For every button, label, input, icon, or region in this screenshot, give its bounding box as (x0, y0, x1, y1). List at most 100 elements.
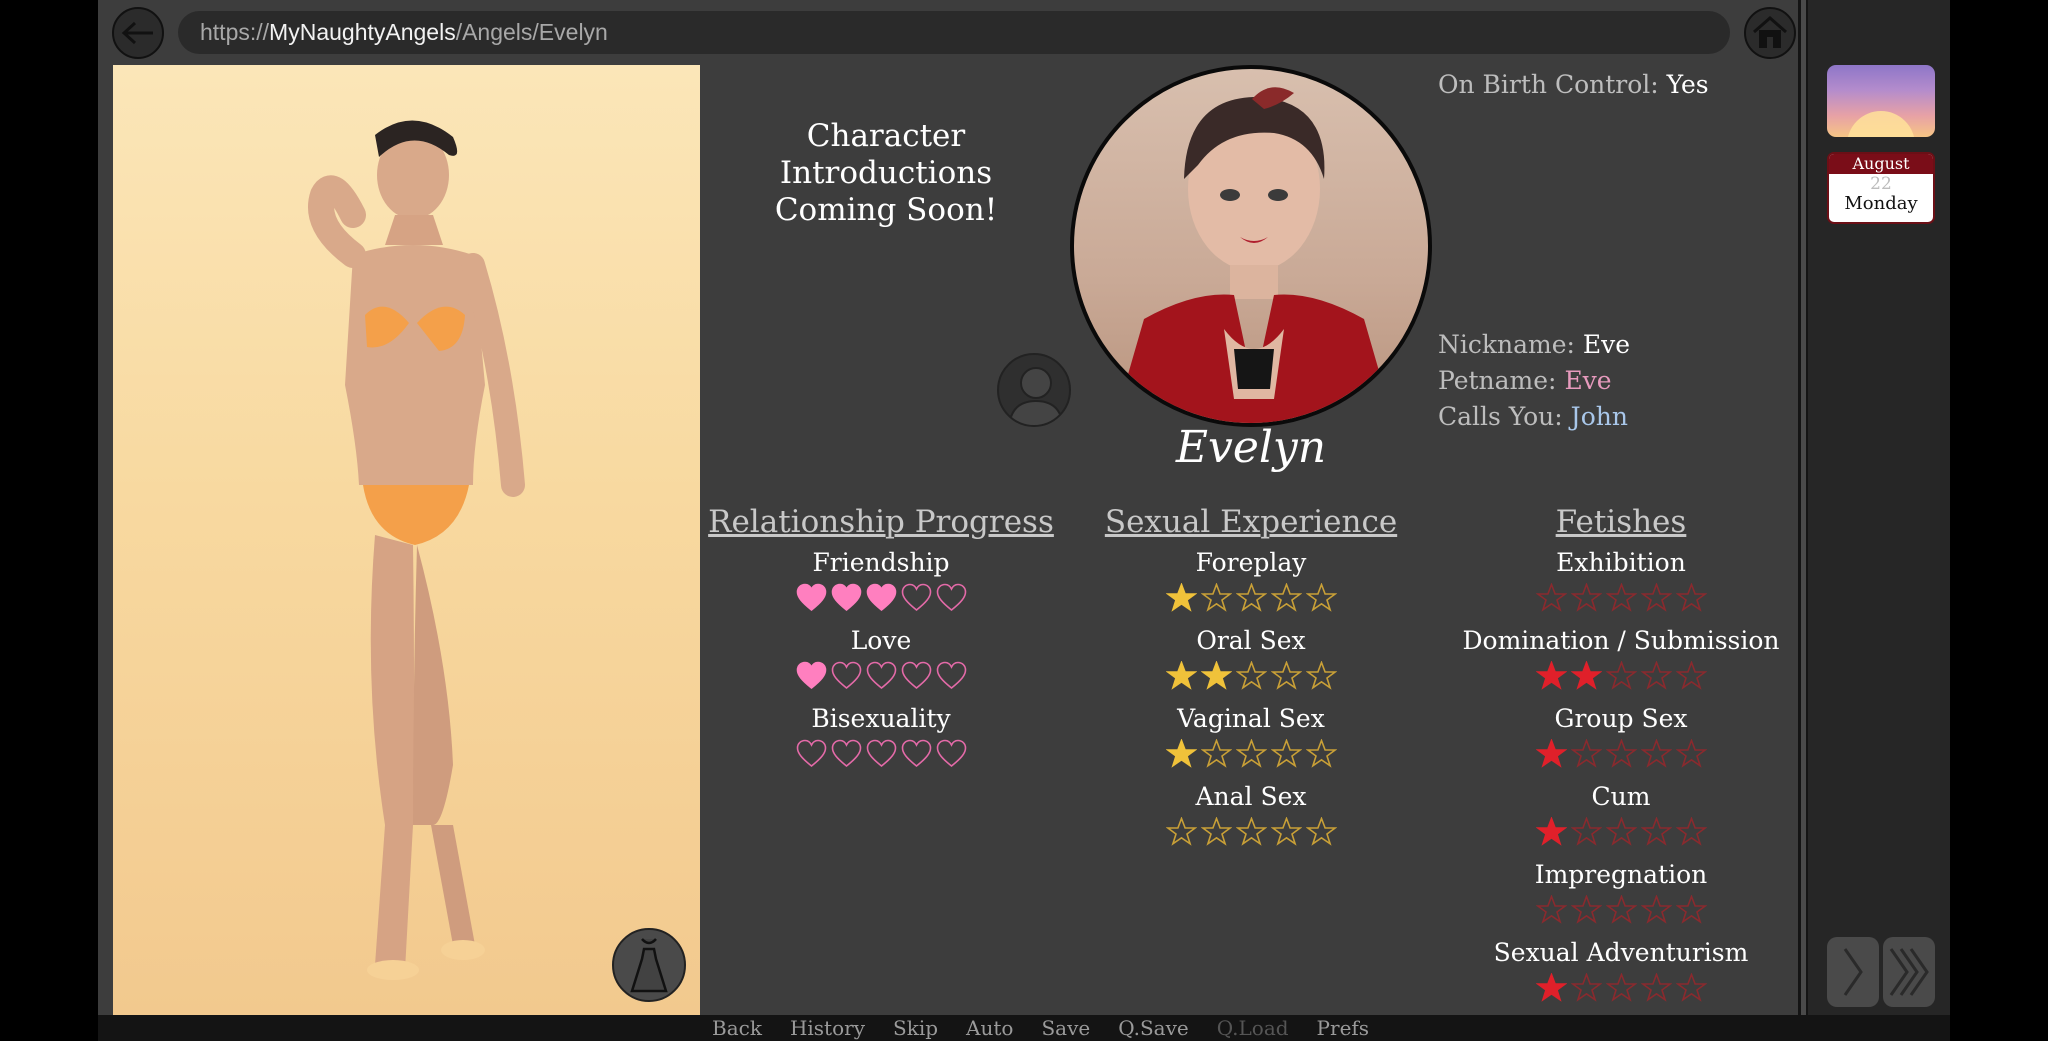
character-figure (308, 120, 525, 980)
menu-qsave[interactable]: Q.Save (1118, 1015, 1189, 1041)
stat-rating (1535, 973, 1707, 1002)
star-icon (1270, 661, 1302, 690)
stat-label: Domination / Submission (1462, 626, 1780, 655)
star-icon (1200, 583, 1232, 612)
url-path: /Angels/Evelyn (455, 19, 608, 45)
star-icon (1235, 661, 1267, 690)
heart-icon (866, 583, 896, 612)
heart-icon (866, 739, 896, 768)
character-fullbody-image (113, 65, 700, 1015)
arrow-left-icon (121, 21, 153, 45)
calendar-day: 22 (1870, 174, 1892, 194)
star-icon (1605, 583, 1637, 612)
star-icon (1570, 661, 1602, 690)
star-icon (1270, 817, 1302, 846)
menu-auto[interactable]: Auto (966, 1015, 1013, 1041)
sexual-experience-title: Sexual Experience (1104, 504, 1398, 540)
stat-rating (1535, 583, 1707, 612)
star-icon (1570, 895, 1602, 924)
star-icon (1235, 583, 1267, 612)
star-icon (1640, 973, 1672, 1002)
fetishes-title: Fetishes (1555, 504, 1687, 540)
star-icon (1535, 583, 1567, 612)
star-icon (1165, 583, 1197, 612)
url-host: MyNaughtyAngels (269, 19, 456, 45)
outfit-button[interactable] (612, 928, 686, 1002)
url-bar[interactable]: https://MyNaughtyAngels/Angels/Evelyn (178, 11, 1730, 54)
star-icon (1570, 583, 1602, 612)
heart-icon (936, 661, 966, 690)
star-icon (1605, 973, 1637, 1002)
star-icon (1305, 817, 1337, 846)
star-icon (1235, 739, 1267, 768)
menu-back[interactable]: Back (712, 1015, 762, 1041)
star-icon (1640, 817, 1672, 846)
star-icon (1305, 739, 1337, 768)
birth-control-label: On Birth Control: (1438, 70, 1659, 99)
stat-rating (1535, 817, 1707, 846)
star-icon (1570, 817, 1602, 846)
heart-icon (831, 661, 861, 690)
menu-save[interactable]: Save (1041, 1015, 1090, 1041)
star-icon (1535, 661, 1567, 690)
relationship-title: Relationship Progress (708, 504, 1054, 540)
birth-control-row: On Birth Control: Yes (1438, 70, 1709, 99)
heart-icon (866, 661, 896, 690)
stat-label: Foreplay (1195, 548, 1307, 577)
star-icon (1640, 661, 1672, 690)
intro-silhouette-button[interactable] (997, 353, 1071, 427)
time-of-day-indicator (1827, 65, 1935, 137)
calendar-month: August (1829, 154, 1933, 174)
star-icon (1165, 661, 1197, 690)
star-icon (1640, 739, 1672, 768)
star-icon (1535, 973, 1567, 1002)
stat-rating (1165, 817, 1337, 846)
heart-icon (936, 739, 966, 768)
star-icon (1535, 895, 1567, 924)
heart-icon (936, 583, 966, 612)
stat-rating (1165, 661, 1337, 690)
character-avatar (1070, 65, 1432, 427)
back-button[interactable] (112, 7, 164, 59)
stat-label: Vaginal Sex (1177, 704, 1325, 733)
star-icon (1675, 973, 1707, 1002)
home-button[interactable] (1744, 7, 1796, 59)
menu-prefs[interactable]: Prefs (1317, 1015, 1370, 1041)
star-icon (1605, 895, 1637, 924)
chevron-right-icon (1843, 948, 1863, 996)
heart-icon (831, 583, 861, 612)
calls-you-value: John (1570, 402, 1628, 431)
stat-rating (796, 583, 967, 612)
calls-you-row: Calls You: John (1438, 402, 1628, 431)
star-icon (1535, 817, 1567, 846)
petname-value: Eve (1564, 366, 1612, 395)
menu-qload[interactable]: Q.Load (1217, 1015, 1289, 1041)
star-icon (1605, 739, 1637, 768)
star-icon (1675, 817, 1707, 846)
stat-rating (796, 661, 967, 690)
nickname-label: Nickname: (1438, 330, 1575, 359)
intro-line-2: Coming Soon! (774, 192, 998, 228)
forward-button[interactable] (1827, 937, 1879, 1007)
stat-rating (796, 739, 967, 768)
stat-label: Sexual Adventurism (1493, 938, 1749, 967)
skip-forward-button[interactable] (1883, 937, 1935, 1007)
star-icon (1305, 583, 1337, 612)
heart-icon (796, 661, 826, 690)
menu-skip[interactable]: Skip (893, 1015, 938, 1041)
star-icon (1675, 739, 1707, 768)
stat-rating (1165, 739, 1337, 768)
star-icon (1165, 739, 1197, 768)
stat-rating (1165, 583, 1337, 612)
character-intro-text: Character Introductions Coming Soon! (700, 118, 1072, 229)
star-icon (1675, 895, 1707, 924)
stat-label: Bisexuality (811, 704, 951, 733)
star-icon (1235, 817, 1267, 846)
star-icon (1535, 739, 1567, 768)
url-prefix: https:// (200, 19, 270, 45)
star-icon (1200, 661, 1232, 690)
star-icon (1270, 739, 1302, 768)
star-icon (1640, 583, 1672, 612)
star-icon (1200, 739, 1232, 768)
menu-history[interactable]: History (790, 1015, 865, 1041)
